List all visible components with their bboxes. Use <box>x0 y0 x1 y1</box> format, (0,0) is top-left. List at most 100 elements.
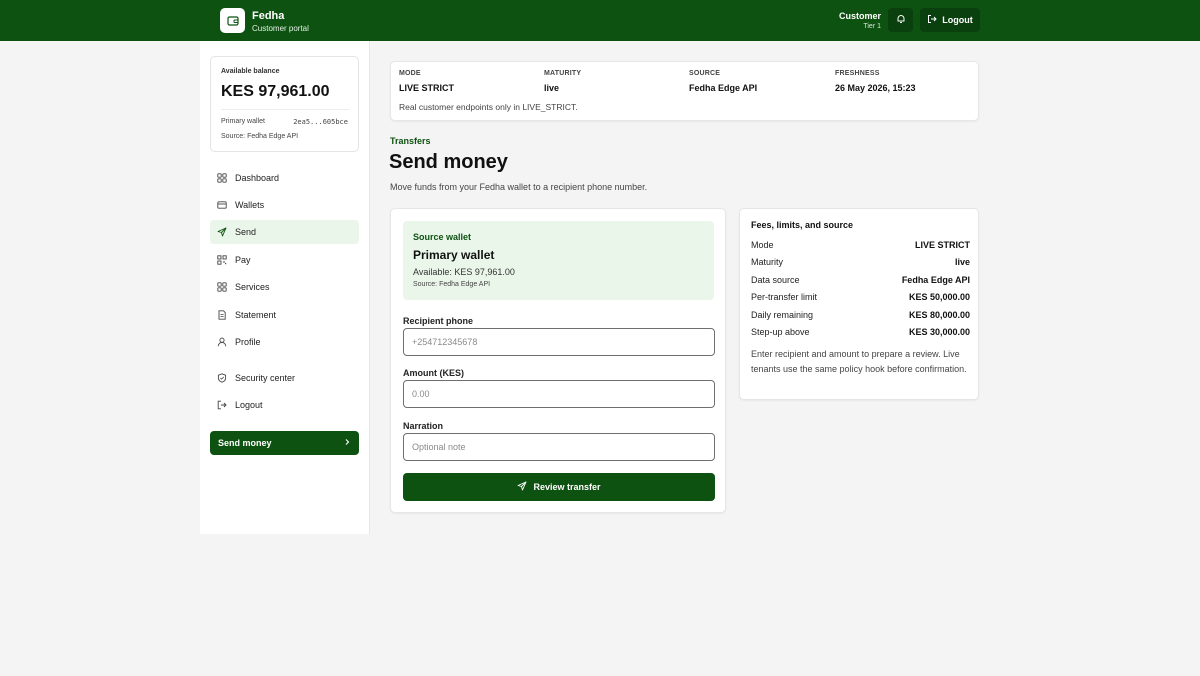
wallet-logo-icon <box>220 8 245 33</box>
recipient-phone-input[interactable] <box>403 328 715 356</box>
review-transfer-label: Review transfer <box>533 482 601 492</box>
status-freshness-label: FRESHNESS <box>835 70 880 77</box>
send-icon <box>517 481 527 493</box>
grid-icon <box>217 173 227 183</box>
status-source-value: Fedha Edge API <box>689 83 758 93</box>
shield-icon <box>217 373 227 383</box>
fee-label: Per-transfer limit <box>751 292 818 302</box>
fee-label: Step-up above <box>751 327 810 337</box>
wallet-label: Primary wallet <box>221 118 265 125</box>
fee-row: Maturity live <box>751 257 970 267</box>
status-maturity-value: live <box>544 83 560 93</box>
sidebar-item-label: Profile <box>235 337 261 347</box>
logout-icon <box>217 400 227 410</box>
user-name: Customer <box>838 11 881 21</box>
top-bar: Fedha Customer portal Customer Tier 1 Lo… <box>0 0 1200 41</box>
fee-row: Data source Fedha Edge API <box>751 275 970 285</box>
sidebar-item-pay[interactable]: Pay <box>210 248 359 272</box>
fee-value: live <box>954 257 970 267</box>
sidebar-item-profile[interactable]: Profile <box>210 330 359 354</box>
sidebar-item-send[interactable]: Send <box>210 220 359 244</box>
page-description: Move funds from your Fedha wallet to a r… <box>390 182 648 192</box>
user-tier: Tier 1 <box>863 23 881 30</box>
logout-button[interactable]: Logout <box>920 8 980 32</box>
send-icon <box>217 227 227 237</box>
status-note: Real customer endpoints only in LIVE_STR… <box>399 102 578 112</box>
sidebar-item-dashboard[interactable]: Dashboard <box>210 166 359 190</box>
page-title: Send money <box>389 151 508 173</box>
fee-value: LIVE STRICT <box>914 240 970 250</box>
fees-limits-card: Fees, limits, and source Mode LIVE STRIC… <box>739 208 979 400</box>
notifications-button[interactable] <box>888 8 913 32</box>
user-icon <box>217 337 227 347</box>
source-wallet-origin: Source: Fedha Edge API <box>413 281 491 288</box>
status-mode: MODE LIVE STRICT <box>399 70 454 93</box>
source-wallet-box: Source wallet Primary wallet Available: … <box>403 221 714 300</box>
document-icon <box>217 310 227 320</box>
status-mode-label: MODE <box>399 70 421 77</box>
status-source: SOURCE Fedha Edge API <box>689 70 757 93</box>
sidebar: Available balance KES 97,961.00 Primary … <box>200 41 370 534</box>
fee-label: Daily remaining <box>751 310 814 320</box>
sidebar-item-services[interactable]: Services <box>210 275 359 299</box>
sidebar-item-label: Statement <box>235 310 277 320</box>
fee-row: Daily remaining KES 80,000.00 <box>751 310 970 320</box>
fee-value: KES 50,000.00 <box>908 292 970 302</box>
source-wallet-label: Source wallet <box>413 232 472 242</box>
app-subtitle: Customer portal <box>252 24 309 33</box>
amount-label: Amount (KES) <box>403 368 464 378</box>
balance-source: Source: Fedha Edge API <box>221 133 299 140</box>
logout-icon <box>927 14 937 26</box>
fee-label: Data source <box>751 275 800 285</box>
amount-input[interactable] <box>403 380 715 408</box>
balance-card: Available balance KES 97,961.00 Primary … <box>210 56 359 152</box>
fee-row: Step-up above KES 30,000.00 <box>751 327 970 337</box>
status-card: MODE LIVE STRICT MATURITY live SOURCE Fe… <box>390 61 979 121</box>
logout-label: Logout <box>942 15 973 25</box>
fee-value: KES 80,000.00 <box>908 310 970 320</box>
status-mode-value: LIVE STRICT <box>399 83 455 93</box>
status-freshness-value: 26 May 2026, 15:23 <box>835 83 916 93</box>
sidebar-item-label: Send <box>235 227 257 237</box>
fee-row: Mode LIVE STRICT <box>751 240 970 250</box>
status-freshness: FRESHNESS 26 May 2026, 15:23 <box>835 70 916 93</box>
app-name: Fedha <box>252 10 285 22</box>
sidebar-item-logout[interactable]: Logout <box>210 393 359 417</box>
qr-icon <box>217 255 227 265</box>
sidebar-item-wallets[interactable]: Wallets <box>210 193 359 217</box>
fee-value: KES 30,000.00 <box>908 327 970 337</box>
narration-label: Narration <box>403 421 444 431</box>
bell-icon <box>896 14 906 26</box>
fee-label: Maturity <box>751 257 784 267</box>
status-maturity: MATURITY live <box>544 70 581 93</box>
wallet-id: 2ea5...605bce <box>293 118 348 126</box>
balance-amount: KES 97,961.00 <box>221 83 330 100</box>
chevron-right-icon <box>343 438 351 448</box>
status-maturity-label: MATURITY <box>544 70 582 77</box>
balance-label: Available balance <box>221 68 280 75</box>
breadcrumb[interactable]: Transfers <box>390 136 431 146</box>
fees-note: Enter recipient and amount to prepare a … <box>751 349 967 374</box>
sidebar-item-security-center[interactable]: Security center <box>210 366 359 390</box>
review-transfer-button[interactable]: Review transfer <box>403 473 715 501</box>
recipient-phone-label: Recipient phone <box>403 316 474 326</box>
sidebar-item-label: Wallets <box>235 200 265 210</box>
status-source-label: SOURCE <box>689 70 721 77</box>
send-money-label: Send money <box>218 438 272 448</box>
sidebar-item-label: Pay <box>235 255 251 265</box>
source-wallet-available: Available: KES 97,961.00 <box>413 267 515 277</box>
grid-icon <box>217 282 227 292</box>
sidebar-item-label: Logout <box>235 400 263 410</box>
transfer-form: Source wallet Primary wallet Available: … <box>390 208 726 513</box>
fees-title: Fees, limits, and source <box>751 220 854 230</box>
narration-input[interactable] <box>403 433 715 461</box>
fee-value: Fedha Edge API <box>901 275 970 285</box>
fee-label: Mode <box>751 240 774 250</box>
fee-row: Per-transfer limit KES 50,000.00 <box>751 292 970 302</box>
send-money-button[interactable]: Send money <box>210 431 359 455</box>
sidebar-item-label: Dashboard <box>235 173 280 183</box>
divider <box>221 109 349 110</box>
sidebar-item-statement[interactable]: Statement <box>210 303 359 327</box>
sidebar-item-label: Security center <box>235 373 296 383</box>
sidebar-item-label: Services <box>235 282 270 292</box>
